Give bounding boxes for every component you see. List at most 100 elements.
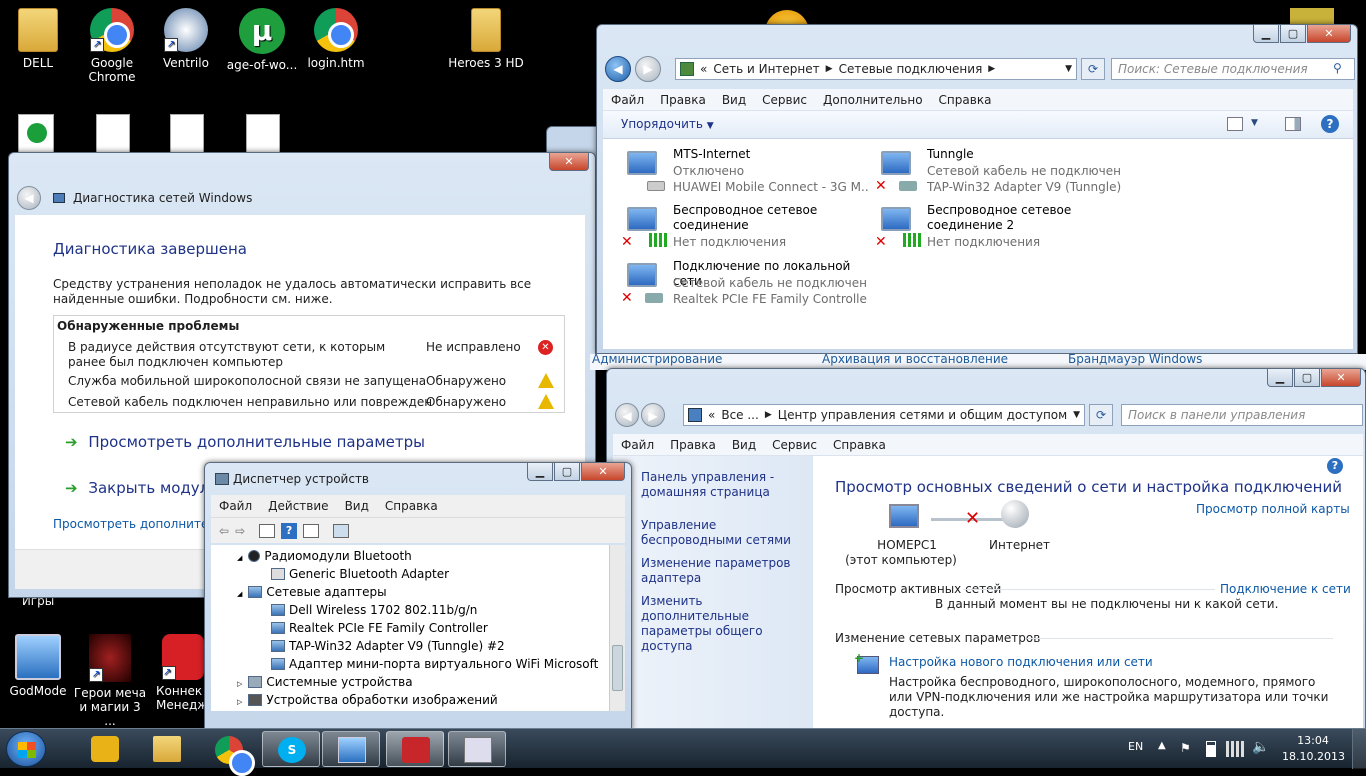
adapter-local-network[interactable]: ✕ Подключение по локальной сети Сетевой … [621, 259, 871, 311]
desktop-icon-heroes[interactable]: ↗ Герои меча и магии 3 ... [72, 634, 148, 728]
address-bar[interactable]: « Все ... ▶ Центр управления сетями и об… [683, 404, 1085, 426]
tree-node-network-adapters[interactable]: ◢ Сетевые адаптеры [211, 583, 611, 601]
menu-tools[interactable]: Сервис [762, 93, 807, 107]
desktop-icon-godmode[interactable]: GodMode [0, 634, 76, 698]
link-cp-home[interactable]: Панель управления - домашняя страница [641, 470, 811, 500]
scan-hardware-icon[interactable] [333, 523, 350, 538]
adapter-tunngle[interactable]: ✕ Tunngle Сетевой кабель не подключен TA… [875, 147, 1125, 199]
show-desktop-button[interactable] [1352, 729, 1366, 769]
tree-node-generic-bt[interactable]: Generic Bluetooth Adapter [211, 565, 611, 583]
link-sharing-settings[interactable]: Изменить дополнительные параметры общего… [641, 594, 811, 654]
tree-node-bluetooth[interactable]: ◢ Радиомодули Bluetooth [211, 547, 611, 565]
forward-button[interactable]: ▶ [635, 56, 661, 82]
search-input[interactable]: Поиск: Сетевые подключения [1111, 58, 1355, 80]
search-input[interactable]: Поиск в панели управления [1121, 404, 1363, 426]
close-button[interactable]: ✕ [581, 463, 625, 481]
desktop-icon-heroes3hd[interactable]: Heroes 3 HD [448, 8, 524, 70]
menu-action[interactable]: Действие [268, 499, 328, 513]
back-arrow-icon[interactable]: ⇦ [219, 524, 229, 538]
taskbar-app-gadget[interactable] [76, 731, 134, 767]
menu-tools[interactable]: Сервис [772, 438, 817, 452]
action-center-flag-icon[interactable]: ⚑ [1180, 741, 1191, 755]
link-adapter-settings[interactable]: Изменение параметров адаптера [641, 556, 811, 586]
taskbar-app-explorer[interactable] [138, 731, 196, 767]
view-options-icon[interactable] [1227, 117, 1243, 131]
chevron-down-icon[interactable]: ▼ [1065, 64, 1072, 74]
taskbar-app-troubleshooter[interactable] [386, 731, 444, 767]
breadcrumb-connections[interactable]: Сетевые подключения [839, 62, 983, 76]
clock[interactable]: 13:04 18.10.2013 [1282, 733, 1345, 765]
link-manage-wireless[interactable]: Управление беспроводными сетями [641, 518, 811, 548]
show-hidden-icons[interactable]: ▲ [1158, 740, 1166, 751]
refresh-button[interactable]: ⟳ [1089, 404, 1113, 426]
connect-to-network-link[interactable]: Подключение к сети [1220, 582, 1351, 596]
desktop-icon-chrome[interactable]: ↗ Google Chrome [74, 8, 150, 84]
tree-node-realtek[interactable]: Realtek PCIe FE Family Controller [211, 619, 611, 637]
vertical-scrollbar[interactable] [609, 545, 625, 711]
help-icon[interactable]: ? [1327, 458, 1343, 474]
desktop-icon-connect[interactable]: ↗ Коннек Менедж [150, 634, 210, 712]
help-icon[interactable]: ? [281, 522, 298, 539]
scrollbar-thumb[interactable] [612, 645, 623, 691]
full-map-link[interactable]: Просмотр полной карты [1196, 502, 1350, 516]
breadcrumb-network[interactable]: Сеть и Интернет [713, 62, 819, 76]
preview-pane-icon[interactable] [1285, 117, 1301, 131]
start-button[interactable] [6, 731, 46, 767]
close-button[interactable]: ✕ [1321, 369, 1361, 387]
back-button[interactable]: ◀ [17, 186, 41, 210]
network-status-icon[interactable] [1226, 741, 1244, 757]
adapter-wireless-1[interactable]: ✕ Беспроводное сетевое соединение Нет по… [621, 203, 871, 255]
cp-item-firewall[interactable]: Брандмауэр Windows [1068, 352, 1202, 366]
maximize-button[interactable]: ▢ [1280, 25, 1306, 43]
help-icon[interactable]: ? [1321, 115, 1339, 133]
menu-file[interactable]: Файл [219, 499, 252, 513]
view-more-options-link[interactable]: ➔ Просмотреть дополнительные параметры [65, 433, 425, 451]
menu-file[interactable]: Файл [621, 438, 654, 452]
tree-node-dell-wireless[interactable]: Dell Wireless 1702 802.11b/g/n [211, 601, 611, 619]
close-troubleshooter-link[interactable]: ➔ Закрыть модуль [65, 479, 218, 497]
adapter-mts-internet[interactable]: MTS-Internet Отключено HUAWEI Mobile Con… [621, 147, 871, 199]
problem-row[interactable]: Сетевой кабель подключен неправильно или… [68, 394, 558, 413]
desktop-icon-utorrent[interactable]: µ age-of-wo... [224, 8, 300, 72]
organize-button[interactable]: Упорядочить ▼ [621, 117, 714, 131]
menu-file[interactable]: Файл [611, 93, 644, 107]
menu-help[interactable]: Справка [939, 93, 992, 107]
forward-arrow-icon[interactable]: ⇨ [235, 524, 245, 538]
back-button[interactable]: ◀ [615, 403, 639, 427]
taskbar-app-skype[interactable]: S [262, 731, 320, 767]
refresh-button[interactable]: ⟳ [1081, 58, 1105, 80]
tree-node-system-devices[interactable]: ▷ Системные устройства [211, 673, 611, 691]
tree-node-imaging[interactable]: ▷ Устройства обработки изображений [211, 691, 611, 709]
problem-row[interactable]: Служба мобильной широкополосной связи не… [68, 373, 558, 392]
address-bar[interactable]: « Сеть и Интернет ▶ Сетевые подключения … [675, 58, 1077, 80]
maximize-button[interactable]: ▢ [1294, 369, 1320, 387]
menu-help[interactable]: Справка [385, 499, 438, 513]
desktop-icon-login[interactable]: login.htm [298, 8, 374, 70]
close-button[interactable]: ✕ [549, 153, 589, 171]
setup-connection-link[interactable]: Настройка нового подключения или сети [889, 655, 1153, 669]
menu-view[interactable]: Вид [722, 93, 746, 107]
desktop-icon-ventrilo[interactable]: ↗ Ventrilo [148, 8, 224, 70]
menu-edit[interactable]: Правка [660, 93, 706, 107]
breadcrumb-nsc[interactable]: Центр управления сетями и общим доступом [778, 408, 1067, 422]
chevron-down-icon[interactable]: ▼ [1251, 118, 1258, 128]
tree-node-virtual-wifi[interactable]: Адаптер мини-порта виртуального WiFi Mic… [211, 655, 611, 673]
volume-icon[interactable]: 🔈 [1252, 739, 1269, 755]
taskbar-app-chrome[interactable] [200, 731, 258, 776]
menu-view[interactable]: Вид [345, 499, 369, 513]
adapter-wireless-2[interactable]: ✕ Беспроводное сетевое соединение 2 Нет … [875, 203, 1125, 255]
list-view-icon[interactable] [303, 523, 320, 538]
desktop-icon-dell[interactable]: DELL [0, 8, 76, 70]
cp-item-backup[interactable]: Архивация и восстановление [822, 352, 1008, 366]
taskbar-app-device-manager[interactable] [448, 731, 506, 767]
minimize-button[interactable]: ▁ [527, 463, 553, 481]
menu-edit[interactable]: Правка [670, 438, 716, 452]
forward-button[interactable]: ▶ [641, 403, 665, 427]
close-button[interactable]: ✕ [1307, 25, 1351, 43]
menu-advanced[interactable]: Дополнительно [823, 93, 923, 107]
minimize-button[interactable]: ▁ [1267, 369, 1293, 387]
properties-icon[interactable] [259, 523, 276, 538]
desktop-icon-sber[interactable] [18, 114, 54, 154]
minimize-button[interactable]: ▁ [1253, 25, 1279, 43]
battery-icon[interactable] [1206, 741, 1216, 757]
